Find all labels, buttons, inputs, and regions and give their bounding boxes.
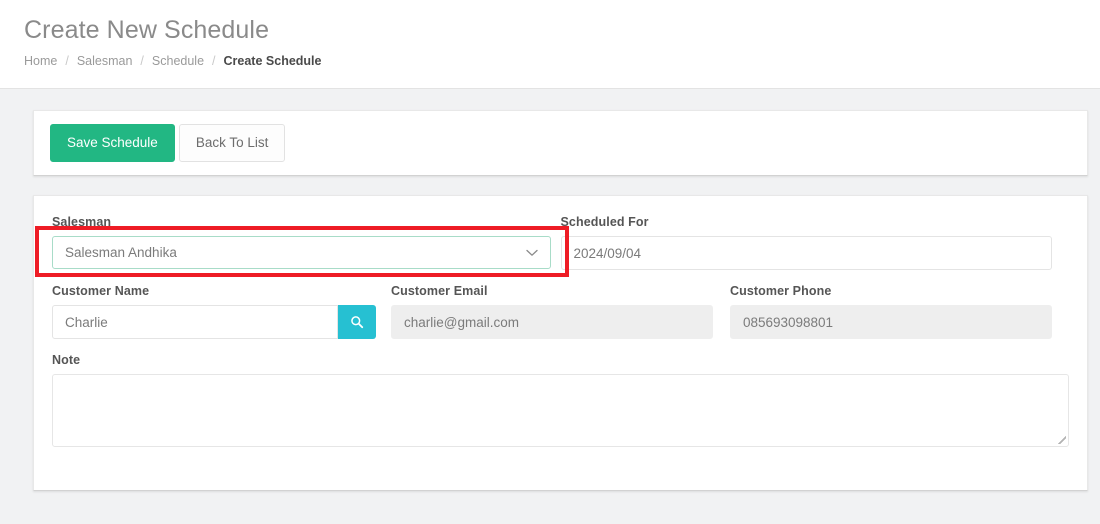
back-to-list-button[interactable]: Back To List — [178, 123, 286, 163]
chevron-down-icon — [526, 247, 538, 259]
breadcrumb-item-create-schedule: Create Schedule — [223, 54, 322, 68]
form-row-2: Customer Name Charlie Customer Email cha… — [52, 284, 1069, 339]
form-row-3: Note — [52, 353, 1069, 447]
note-textarea[interactable] — [52, 374, 1069, 447]
breadcrumb-separator: / — [212, 54, 216, 68]
save-schedule-button[interactable]: Save Schedule — [50, 123, 175, 163]
customer-email-input: charlie@gmail.com — [390, 305, 713, 339]
salesman-label: Salesman — [52, 215, 112, 229]
customer-name-value: Charlie — [65, 314, 108, 330]
customer-search-button[interactable] — [338, 305, 376, 339]
note-label: Note — [52, 353, 81, 367]
customer-name-field-group: Customer Name Charlie — [52, 284, 391, 339]
breadcrumb-item-salesman[interactable]: Salesman — [77, 54, 133, 68]
page-title: Create New Schedule — [24, 16, 270, 44]
toolbar-card: Save Schedule Back To List — [33, 110, 1088, 176]
customer-phone-field-group: Customer Phone 085693098801 — [729, 284, 1069, 339]
breadcrumb-item-schedule[interactable]: Schedule — [152, 54, 204, 68]
salesman-field-group: Salesman Salesman Andhika — [35, 215, 569, 277]
customer-name-label: Customer Name — [52, 284, 150, 298]
resize-handle-icon[interactable] — [1052, 430, 1066, 444]
breadcrumb-separator: / — [65, 54, 69, 68]
page-header: Create New Schedule Home / Salesman / Sc… — [0, 0, 1100, 89]
customer-phone-value: 085693098801 — [742, 314, 834, 330]
chevron-down-glyph — [526, 249, 538, 256]
note-field-group: Note — [52, 353, 1069, 447]
customer-phone-label: Customer Phone — [729, 284, 832, 298]
content-area: Save Schedule Back To List Salesman Sale… — [0, 89, 1100, 491]
form-row-1: Salesman Salesman Andhika Scheduled For — [35, 215, 1070, 277]
salesman-select-wrapper: Salesman Andhika — [35, 226, 569, 277]
scheduled-for-value: 2024/09/04 — [573, 245, 642, 261]
breadcrumb-separator: / — [140, 54, 144, 68]
customer-phone-input: 085693098801 — [729, 305, 1052, 339]
customer-name-input-group: Charlie — [52, 305, 376, 339]
breadcrumb: Home / Salesman / Schedule / Create Sche… — [24, 54, 1100, 68]
breadcrumb-item-home[interactable]: Home — [24, 54, 57, 68]
scheduled-for-field-group: Scheduled For 2024/09/04 — [560, 215, 1070, 270]
customer-email-label: Customer Email — [390, 284, 488, 298]
customer-email-value: charlie@gmail.com — [403, 314, 519, 330]
schedule-form-card: Salesman Salesman Andhika Scheduled For — [33, 195, 1088, 491]
customer-email-field-group: Customer Email charlie@gmail.com — [390, 284, 730, 339]
salesman-selected-value: Salesman Andhika — [65, 245, 177, 260]
search-icon — [350, 315, 364, 329]
scheduled-for-label: Scheduled For — [560, 215, 649, 229]
customer-name-input[interactable]: Charlie — [52, 305, 338, 339]
search-icon-glyph — [350, 316, 363, 329]
salesman-select[interactable]: Salesman Andhika — [52, 236, 551, 269]
scheduled-for-input[interactable]: 2024/09/04 — [560, 236, 1052, 270]
